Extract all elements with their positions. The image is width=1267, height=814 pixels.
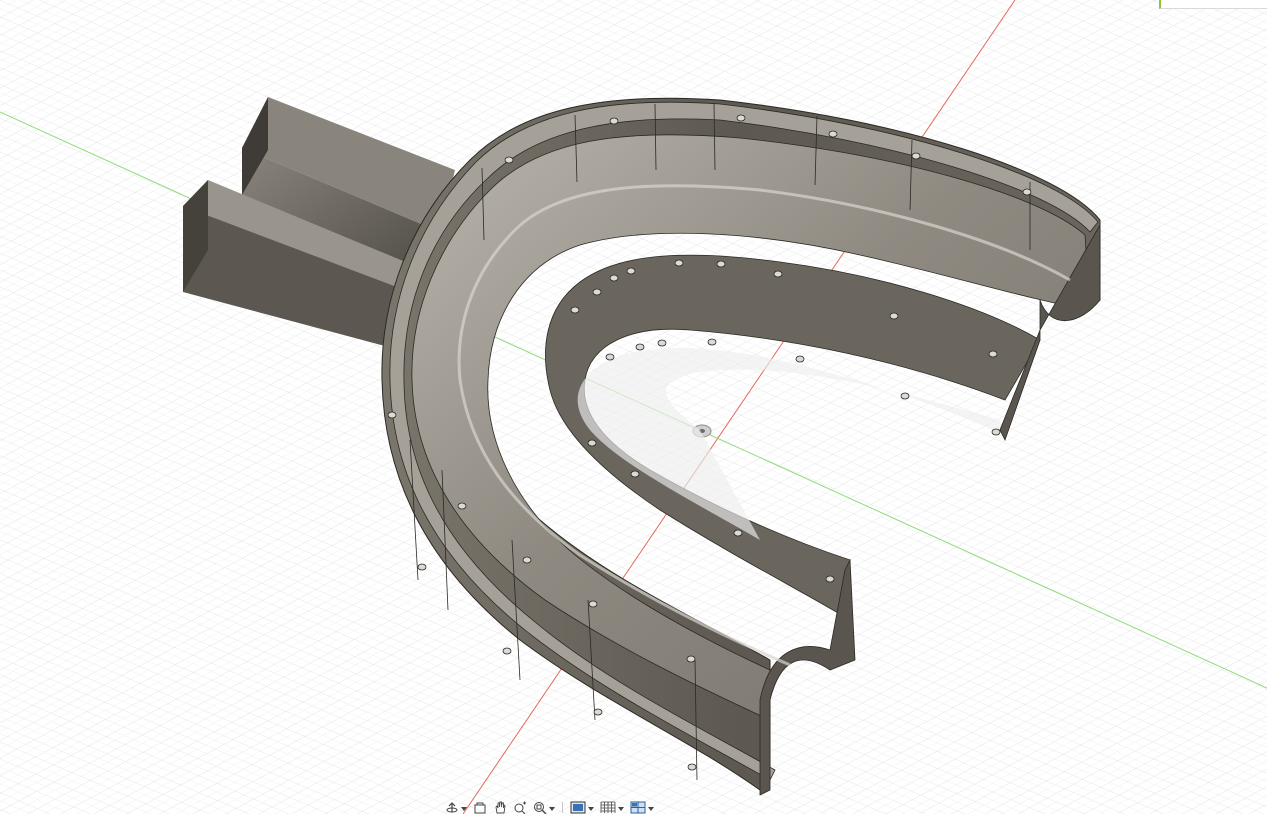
look-at-button[interactable] xyxy=(471,801,489,814)
chevron-down-icon xyxy=(648,806,654,811)
zoom-button[interactable] xyxy=(511,801,529,814)
viewports-icon xyxy=(630,801,646,814)
viewcube[interactable] xyxy=(1159,0,1267,9)
orbit-icon xyxy=(446,802,458,813)
canvas-viewport[interactable] xyxy=(0,0,1267,814)
grid-button[interactable] xyxy=(598,801,626,814)
navigation-bar xyxy=(443,801,683,814)
fit-zoom-button[interactable] xyxy=(531,801,557,814)
chevron-down-icon xyxy=(588,806,594,811)
pan-button[interactable] xyxy=(491,801,509,814)
look-at-icon xyxy=(474,802,486,814)
fit-zoom-icon xyxy=(534,802,547,814)
zoom-icon xyxy=(514,801,526,814)
grid-icon xyxy=(600,801,616,813)
viewports-button[interactable] xyxy=(628,801,656,814)
pan-hand-icon xyxy=(495,801,506,814)
toolbar-separator xyxy=(562,802,563,813)
chevron-down-icon xyxy=(618,806,624,811)
orbit-button[interactable] xyxy=(443,801,469,814)
chevron-down-icon xyxy=(549,806,555,811)
display-mode-button[interactable] xyxy=(568,801,596,814)
chevron-down-icon xyxy=(461,806,467,811)
display-mode-icon xyxy=(570,801,586,814)
